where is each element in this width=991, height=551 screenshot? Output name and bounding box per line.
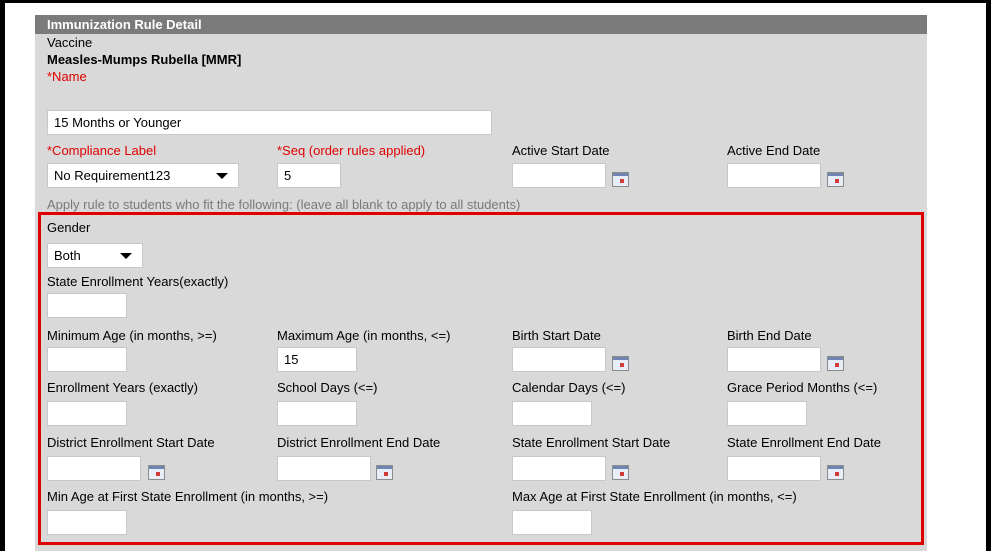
state-end-label: State Enrollment End Date xyxy=(727,435,881,450)
max-age-input[interactable]: 15 xyxy=(277,347,357,372)
compliance-label: *Compliance Label xyxy=(47,143,157,158)
calendar-icon[interactable] xyxy=(827,356,844,371)
birth-start-input[interactable] xyxy=(512,347,606,372)
district-start-label: District Enrollment Start Date xyxy=(47,435,215,450)
gender-select[interactable]: Both xyxy=(47,243,143,268)
chevron-down-icon xyxy=(120,253,132,259)
birth-end-input[interactable] xyxy=(727,347,821,372)
enroll-years-label: Enrollment Years (exactly) xyxy=(47,380,199,395)
calendar-days-input[interactable] xyxy=(512,401,592,426)
chevron-down-icon xyxy=(216,173,228,179)
calendar-icon[interactable] xyxy=(612,356,629,371)
state-start-input[interactable] xyxy=(512,456,606,481)
apply-note: Apply rule to students who fit the follo… xyxy=(47,197,521,212)
state-end-input[interactable] xyxy=(727,456,821,481)
district-end-label: District Enrollment End Date xyxy=(277,435,441,450)
calendar-icon[interactable] xyxy=(612,465,629,480)
compliance-select-value: No Requirement123 xyxy=(54,168,171,183)
seq-input[interactable]: 5 xyxy=(277,163,341,188)
grace-months-label: Grace Period Months (<=) xyxy=(727,380,878,395)
school-days-label: School Days (<=) xyxy=(277,380,378,395)
calendar-icon[interactable] xyxy=(376,465,393,480)
vaccine-value: Measles-Mumps Rubella [MMR] xyxy=(47,52,242,67)
max-age-label: Maximum Age (in months, <=) xyxy=(277,328,451,343)
seq-label: *Seq (order rules applied) xyxy=(277,143,426,158)
district-end-input[interactable] xyxy=(277,456,371,481)
min-age-label: Minimum Age (in months, >=) xyxy=(47,328,217,343)
name-label: *Name xyxy=(47,69,87,84)
school-days-input[interactable] xyxy=(277,401,357,426)
gender-label: Gender xyxy=(47,220,91,235)
gender-select-value: Both xyxy=(54,248,81,263)
state-start-label: State Enrollment Start Date xyxy=(512,435,671,450)
active-end-label: Active End Date xyxy=(727,143,821,158)
birth-end-label: Birth End Date xyxy=(727,328,812,343)
panel-title: Immunization Rule Detail xyxy=(35,15,927,34)
name-input[interactable]: 15 Months or Younger xyxy=(47,110,492,135)
birth-start-label: Birth Start Date xyxy=(512,328,601,343)
active-end-input[interactable] xyxy=(727,163,821,188)
state-enroll-years-label: State Enrollment Years(exactly) xyxy=(47,274,229,289)
calendar-days-label: Calendar Days (<=) xyxy=(512,380,626,395)
max-age-first-label: Max Age at First State Enrollment (in mo… xyxy=(512,489,797,504)
enroll-years-input[interactable] xyxy=(47,401,127,426)
district-start-input[interactable] xyxy=(47,456,141,481)
min-age-input[interactable] xyxy=(47,347,127,372)
min-age-first-label: Min Age at First State Enrollment (in mo… xyxy=(47,489,329,504)
vaccine-label: Vaccine xyxy=(47,35,93,50)
state-enroll-years-input[interactable] xyxy=(47,293,127,318)
max-age-first-input[interactable] xyxy=(512,510,592,535)
active-start-input[interactable] xyxy=(512,163,606,188)
active-start-label: Active Start Date xyxy=(512,143,610,158)
calendar-icon[interactable] xyxy=(827,465,844,480)
min-age-first-input[interactable] xyxy=(47,510,127,535)
compliance-select[interactable]: No Requirement123 xyxy=(47,163,239,188)
calendar-icon[interactable] xyxy=(612,172,629,187)
calendar-icon[interactable] xyxy=(827,172,844,187)
grace-months-input[interactable] xyxy=(727,401,807,426)
calendar-icon[interactable] xyxy=(148,465,165,480)
